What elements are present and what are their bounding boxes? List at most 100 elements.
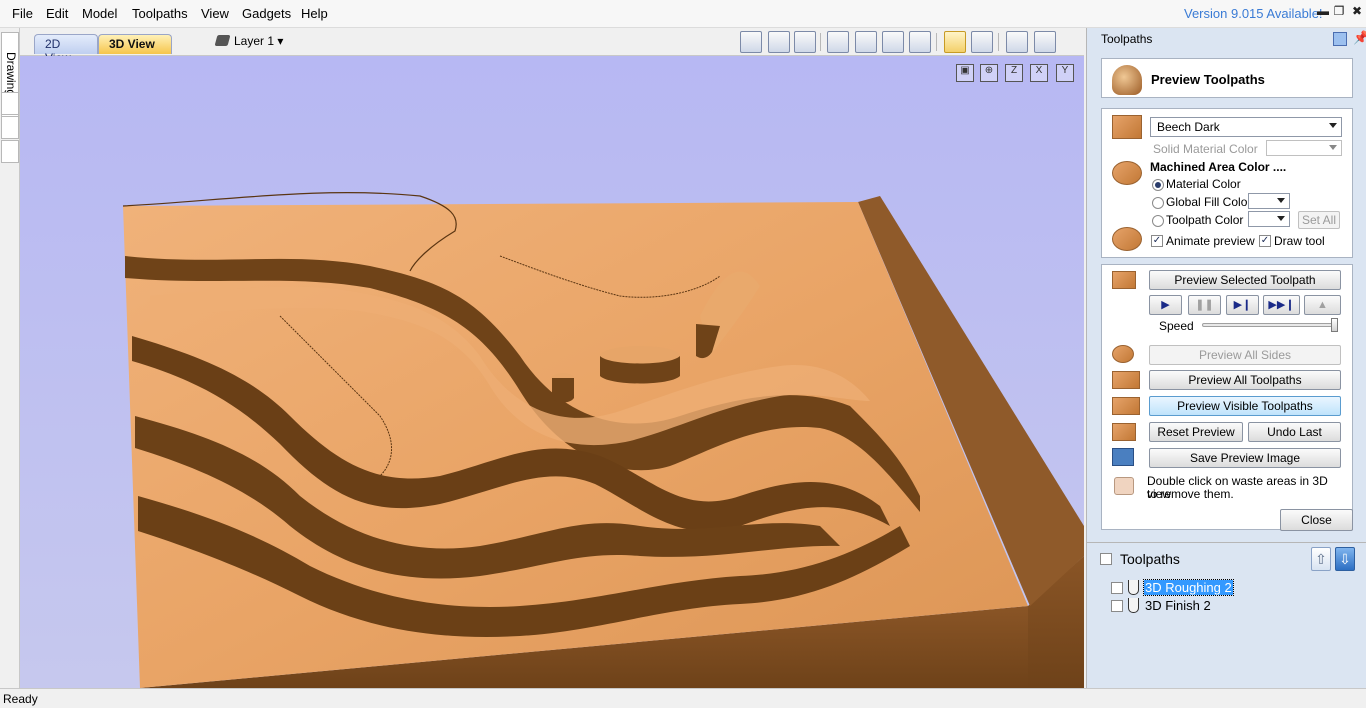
toolpaths-master-checkbox[interactable] (1100, 553, 1112, 565)
toolpath-row[interactable]: 3D Roughing 2 (1087, 579, 1366, 597)
reset-preview-button[interactable]: Reset Preview (1149, 422, 1243, 442)
material-select[interactable]: Beech Dark (1150, 117, 1342, 137)
panel-pin-icon[interactable] (1333, 32, 1347, 46)
menu-gadgets[interactable]: Gadgets (242, 6, 291, 21)
grid-icon[interactable] (794, 31, 816, 53)
toolpath-checkbox[interactable] (1111, 600, 1123, 612)
ballnose-tool-icon (1128, 598, 1139, 613)
panel-title: Toolpaths (1101, 32, 1153, 46)
strip-button-2[interactable] (1, 116, 19, 139)
zoom-extents-icon[interactable] (740, 31, 762, 53)
speed-slider-thumb[interactable] (1331, 318, 1338, 332)
solid-material-color-select[interactable] (1266, 140, 1342, 156)
radio-toolpath-color-label: Toolpath Color (1166, 213, 1244, 227)
global-fill-color-select[interactable] (1248, 193, 1290, 209)
status-bar: Ready (0, 688, 1366, 708)
menu-toolpaths[interactable]: Toolpaths (132, 6, 188, 21)
toolpath-color-select[interactable] (1248, 211, 1290, 227)
tab-2d-view[interactable]: 2D View (34, 34, 98, 65)
preview-title: Preview Toolpaths (1151, 72, 1265, 87)
menu-file[interactable]: File (12, 6, 33, 21)
toolpath-checkbox[interactable] (1111, 582, 1123, 594)
radio-global-fill-color-label: Global Fill Color (1166, 195, 1252, 209)
carved-wood-model (122, 192, 1084, 688)
pan-icon[interactable] (827, 31, 849, 53)
pause-icon[interactable]: ❚❚ (1188, 295, 1221, 315)
left-tab-strip: Drawing (0, 28, 20, 688)
strip-button-1[interactable] (1, 92, 19, 115)
version-notice-link[interactable]: Version 9.015 Available! (1184, 6, 1323, 21)
menu-view[interactable]: View (201, 6, 229, 21)
tab-3d-view[interactable]: 3D View (98, 34, 172, 54)
preview-all-sides-icon (1112, 345, 1134, 363)
preview-selected-button[interactable]: Preview Selected Toolpath (1149, 270, 1341, 290)
toolpaths-list-section: Toolpaths ⇧ ⇩ 3D Roughing 2 3D Finish 2 (1087, 542, 1366, 688)
draw-tool-label: Draw tool (1274, 234, 1325, 248)
radio-global-fill-color[interactable] (1152, 197, 1164, 209)
waste-hint-line-2: to remove them. (1147, 487, 1234, 501)
preview-all-icon (1112, 371, 1140, 389)
lighting-icon[interactable] (944, 31, 966, 53)
move-down-icon[interactable]: ⇩ (1335, 547, 1355, 571)
preview-selected-icon (1112, 271, 1136, 289)
split-horizontal-icon[interactable] (1006, 31, 1028, 53)
menu-edit[interactable]: Edit (46, 6, 68, 21)
tool-visibility-icon[interactable] (971, 31, 993, 53)
toolpath-row[interactable]: 3D Finish 2 (1087, 597, 1366, 615)
toolpath-name[interactable]: 3D Roughing 2 (1143, 579, 1234, 596)
restore-icon[interactable]: ❐ (1332, 4, 1346, 20)
menu-model[interactable]: Model (82, 6, 117, 21)
zoom-in-icon[interactable] (882, 31, 904, 53)
view-toolbar: 2D View 3D View Layer 1 ▾ (20, 28, 1084, 65)
skip-to-end-icon[interactable]: ▶▶❙ (1263, 295, 1300, 315)
zoom-out-icon[interactable] (909, 31, 931, 53)
preview-visible-button[interactable]: Preview Visible Toolpaths (1149, 396, 1341, 416)
speed-label: Speed (1159, 319, 1194, 333)
play-icon[interactable]: ▶ (1149, 295, 1182, 315)
draw-tool-checkbox[interactable]: ✓ (1259, 235, 1271, 247)
radio-material-color-label: Material Color (1166, 177, 1241, 191)
3d-viewport[interactable]: ▣ ⊕ Z X Y (20, 56, 1084, 688)
preview-settings: Beech Dark Solid Material Color Machined… (1101, 108, 1353, 258)
toolpaths-panel: Toolpaths 📌 Preview Toolpaths Beech Dark… (1086, 28, 1366, 688)
radio-material-color[interactable] (1152, 179, 1164, 191)
panel-unpin-icon[interactable]: 📌 (1353, 30, 1366, 46)
preview-all-sides-button[interactable]: Preview All Sides (1149, 345, 1341, 365)
toolpaths-list-title: Toolpaths (1120, 551, 1180, 567)
animate-preview-checkbox[interactable]: ✓ (1151, 235, 1163, 247)
toolpath-name[interactable]: 3D Finish 2 (1144, 598, 1212, 613)
preview-visible-icon (1112, 397, 1140, 415)
waste-removal-icon (1114, 477, 1134, 495)
machined-area-icon (1112, 161, 1142, 185)
layers-icon (214, 35, 231, 46)
menu-help[interactable]: Help (301, 6, 328, 21)
reset-top-icon[interactable]: ▲ (1304, 295, 1341, 315)
move-up-icon[interactable]: ⇧ (1311, 547, 1331, 571)
undo-last-button[interactable]: Undo Last (1248, 422, 1341, 442)
preview-controls: Preview Selected Toolpath ▶ ❚❚ ▶❙ ▶▶❙ ▲ … (1101, 264, 1353, 530)
animate-icon (1112, 227, 1142, 251)
material-value: Beech Dark (1157, 120, 1220, 134)
status-text: Ready (3, 692, 38, 706)
solid-material-color-label: Solid Material Color (1153, 142, 1258, 156)
preview-toolpaths-icon (1112, 65, 1142, 95)
close-icon[interactable]: ✖ (1350, 4, 1364, 20)
strip-button-3[interactable] (1, 140, 19, 163)
minimize-icon[interactable]: ▬ (1316, 4, 1330, 20)
split-vertical-icon[interactable] (1034, 31, 1056, 53)
menu-bar: File Edit Model Toolpaths View Gadgets H… (0, 0, 1366, 28)
set-all-button[interactable]: Set All (1298, 211, 1340, 229)
step-icon[interactable]: ▶❙ (1226, 295, 1259, 315)
machined-area-label: Machined Area Color .... (1150, 160, 1287, 174)
speed-slider[interactable] (1202, 323, 1338, 327)
material-icon (1112, 115, 1142, 139)
preview-header: Preview Toolpaths (1101, 58, 1353, 98)
save-preview-image-button[interactable]: Save Preview Image (1149, 448, 1341, 468)
zoom-box-icon[interactable] (768, 31, 790, 53)
animate-preview-label: Animate preview (1166, 234, 1255, 248)
zoom-icon[interactable] (855, 31, 877, 53)
layer-selector[interactable]: Layer 1 ▾ (214, 34, 283, 48)
radio-toolpath-color[interactable] (1152, 215, 1164, 227)
close-button[interactable]: Close (1280, 509, 1353, 531)
preview-all-button[interactable]: Preview All Toolpaths (1149, 370, 1341, 390)
